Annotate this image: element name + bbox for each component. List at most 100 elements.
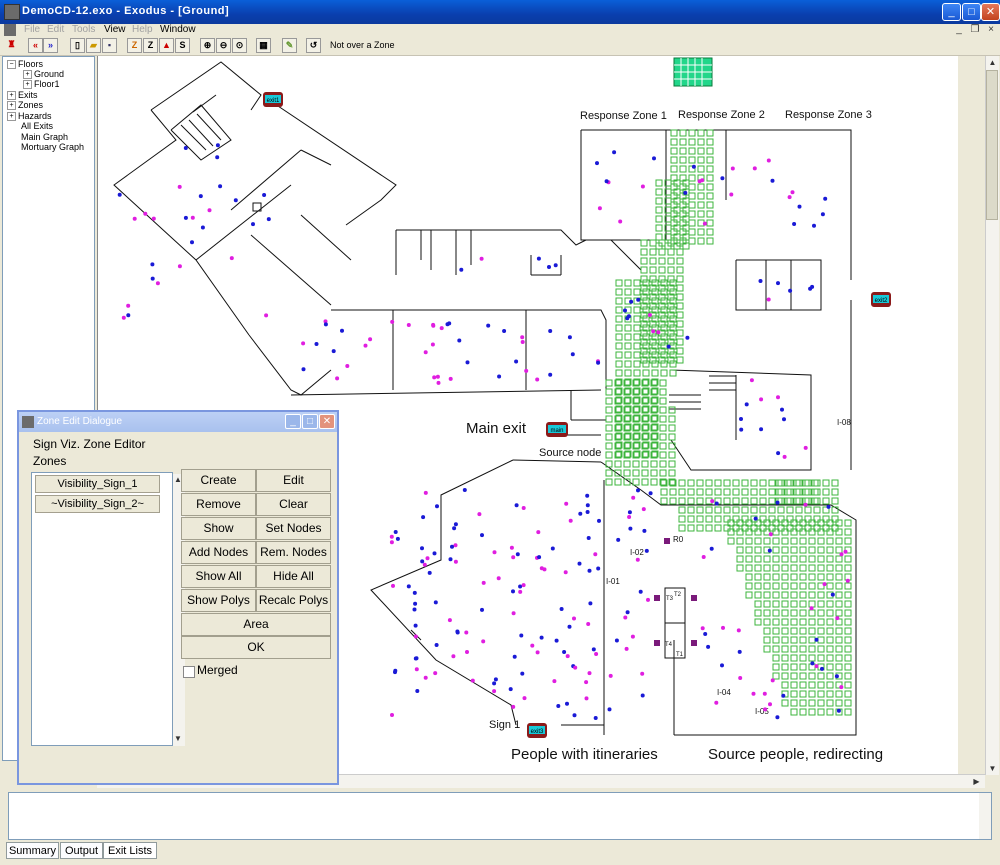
menu-window[interactable]: Window bbox=[160, 24, 196, 35]
menu-view[interactable]: View bbox=[104, 24, 126, 35]
hazard-icon[interactable]: ▲ bbox=[159, 38, 174, 53]
zone-cell bbox=[697, 165, 705, 173]
zone-cell bbox=[688, 228, 696, 236]
tree-node-mortuary-graph[interactable]: Mortuary Graph bbox=[21, 142, 84, 152]
scroll-right-arrow[interactable]: ▶ bbox=[970, 775, 983, 788]
merged-checkbox[interactable] bbox=[183, 666, 195, 678]
occupant-dot bbox=[587, 568, 592, 573]
scroll-up-arrow[interactable]: ▲ bbox=[986, 56, 999, 69]
main-exit-marker[interactable]: main bbox=[546, 422, 568, 437]
tab-summary[interactable]: Summary bbox=[6, 842, 59, 859]
occupant-dot bbox=[597, 518, 601, 523]
run-icon[interactable]: ♜ bbox=[4, 38, 19, 53]
zone-cell bbox=[759, 506, 767, 514]
tree-node-floor1[interactable]: + Floor1 bbox=[23, 79, 60, 90]
maximize-button[interactable]: □ bbox=[962, 3, 981, 21]
tree-node-hazards[interactable]: + Hazards bbox=[7, 111, 52, 122]
show-polys-button[interactable]: Show Polys bbox=[181, 589, 256, 612]
grid-icon[interactable]: ▦ bbox=[256, 38, 271, 53]
show-all-button[interactable]: Show All bbox=[181, 565, 256, 588]
menu-tools[interactable]: Tools bbox=[72, 24, 95, 35]
zone-list-item[interactable]: Visibility_Sign_1 bbox=[35, 475, 160, 493]
tab-output[interactable]: Output bbox=[60, 842, 103, 859]
sign-icon[interactable]: S bbox=[175, 38, 190, 53]
zone-cell bbox=[706, 183, 714, 191]
output-scrollbar[interactable] bbox=[979, 793, 991, 839]
scroll-down-arrow[interactable]: ▼ bbox=[986, 762, 999, 775]
recalc-polys-button[interactable]: Recalc Polys bbox=[256, 589, 331, 612]
open-folder-icon[interactable]: ▰ bbox=[86, 38, 101, 53]
clear-button[interactable]: Clear bbox=[256, 493, 331, 516]
zone-cell bbox=[817, 699, 825, 707]
output-pane[interactable] bbox=[8, 792, 992, 840]
occupant-dot bbox=[432, 375, 437, 380]
occupant-dot bbox=[729, 192, 734, 197]
dialog-close-button[interactable]: ✕ bbox=[319, 414, 335, 429]
zone-cell bbox=[772, 564, 780, 572]
tree-node-zones[interactable]: + Zones bbox=[7, 100, 43, 111]
zone-cell bbox=[667, 275, 675, 283]
exit3-marker[interactable]: exit3 bbox=[527, 723, 547, 738]
tree-node-main-graph[interactable]: Main Graph bbox=[21, 132, 68, 142]
vertical-scrollbar[interactable]: ▲ ▼ bbox=[985, 56, 999, 775]
mdi-child-icon[interactable] bbox=[4, 24, 16, 36]
exit2-marker[interactable]: exit2 bbox=[871, 292, 891, 307]
occupant-dot bbox=[770, 678, 775, 683]
close-button[interactable]: ✕ bbox=[981, 3, 1000, 21]
hide-all-button[interactable]: Hide All bbox=[256, 565, 331, 588]
zoom-out-icon[interactable]: ⊖ bbox=[216, 38, 231, 53]
dialog-maximize-button[interactable]: □ bbox=[302, 414, 318, 429]
show-button[interactable]: Show bbox=[181, 517, 256, 540]
new-file-icon[interactable]: ▯ bbox=[70, 38, 85, 53]
edit-button[interactable]: Edit bbox=[256, 469, 331, 492]
occupant-dot bbox=[519, 633, 524, 638]
menu-edit[interactable]: Edit bbox=[47, 24, 64, 35]
occupant-dot bbox=[462, 488, 467, 492]
zoom-fit-icon[interactable]: ⊙ bbox=[232, 38, 247, 53]
rewind-icon[interactable]: « bbox=[28, 38, 43, 53]
occupant-dot bbox=[845, 578, 850, 583]
zone-cell bbox=[808, 591, 816, 599]
exit1-marker[interactable]: exit1 bbox=[263, 92, 283, 107]
menu-file[interactable]: File bbox=[24, 24, 40, 35]
dialog-minimize-button[interactable]: _ bbox=[285, 414, 301, 429]
tree-node-floors[interactable]: − Floors bbox=[7, 59, 43, 70]
zone-cell bbox=[660, 369, 668, 377]
zones-scroll-down[interactable]: ▼ bbox=[172, 733, 184, 745]
occupant-dot bbox=[714, 700, 719, 705]
zone-edit-icon[interactable]: Z bbox=[143, 38, 158, 53]
occupant-dot bbox=[536, 256, 541, 261]
occupant-dot bbox=[572, 616, 576, 621]
save-icon[interactable]: ▪ bbox=[102, 38, 117, 53]
set-nodes-button[interactable]: Set Nodes bbox=[256, 517, 331, 540]
add-nodes-button[interactable]: Add Nodes bbox=[181, 541, 256, 564]
occupant-dot bbox=[481, 639, 486, 644]
mdi-restore-button[interactable]: ❐ bbox=[968, 24, 982, 36]
vscroll-thumb[interactable] bbox=[986, 70, 998, 220]
edit-tool-icon[interactable]: ✎ bbox=[282, 38, 297, 53]
occupant-dot bbox=[423, 490, 428, 495]
zone-list-item[interactable]: ~Visibility_Sign_2~ bbox=[35, 495, 160, 513]
ok-button[interactable]: OK bbox=[181, 636, 331, 659]
zone-cell bbox=[781, 636, 789, 644]
zone-tool-icon[interactable]: Z bbox=[127, 38, 142, 53]
tree-node-exits[interactable]: + Exits bbox=[7, 90, 38, 101]
forward-icon[interactable]: » bbox=[43, 38, 58, 53]
zoom-in-icon[interactable]: ⊕ bbox=[200, 38, 215, 53]
undo-icon[interactable]: ↺ bbox=[306, 38, 321, 53]
minimize-button[interactable]: _ bbox=[942, 3, 961, 21]
menu-help[interactable]: Help bbox=[132, 24, 153, 35]
area-button[interactable]: Area bbox=[181, 613, 331, 636]
tab-exit-lists[interactable]: Exit Lists bbox=[103, 842, 157, 859]
zones-listbox[interactable]: Visibility_Sign_1 ~Visibility_Sign_2~ ▲ … bbox=[31, 472, 185, 746]
mdi-close-button[interactable]: × bbox=[984, 24, 998, 36]
remove-button[interactable]: Remove bbox=[181, 493, 256, 516]
tree-node-ground[interactable]: + Ground bbox=[23, 69, 64, 80]
tree-node-all-exits[interactable]: All Exits bbox=[21, 121, 53, 131]
create-button[interactable]: Create bbox=[181, 469, 256, 492]
rem-nodes-button[interactable]: Rem. Nodes bbox=[256, 541, 331, 564]
zone-cell bbox=[632, 460, 640, 468]
mdi-minimize-button[interactable]: _ bbox=[952, 24, 966, 36]
zone-cell bbox=[745, 537, 753, 545]
zone-cell bbox=[799, 654, 807, 662]
